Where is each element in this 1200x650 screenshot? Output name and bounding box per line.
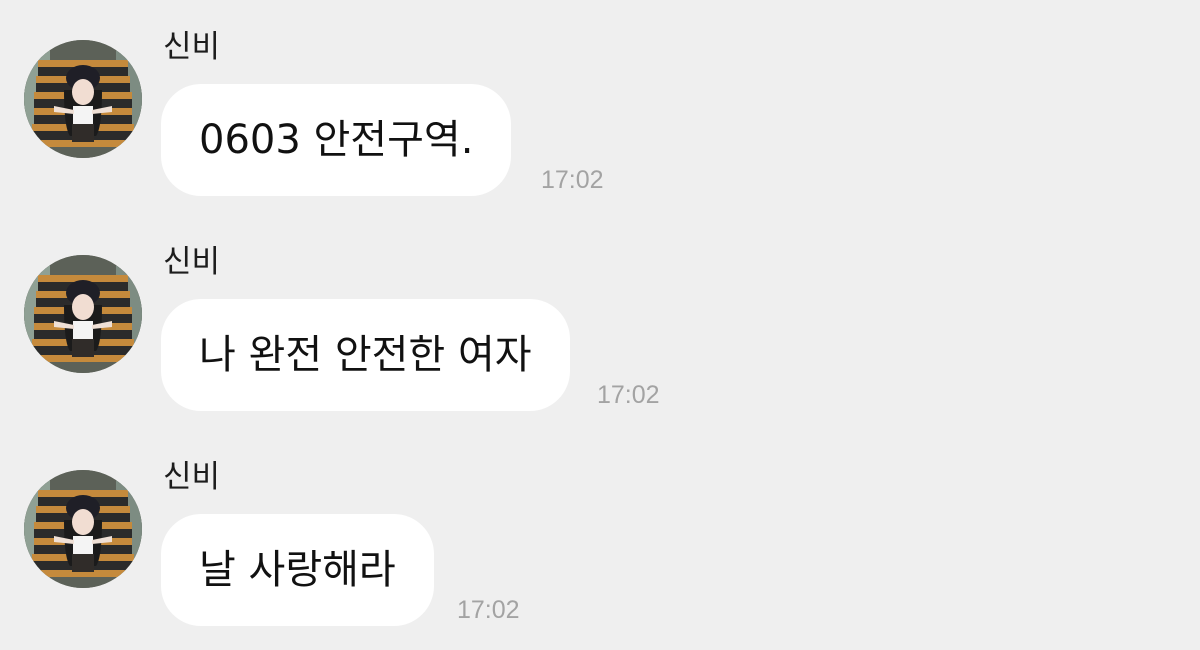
message-timestamp: 17:02 [457, 596, 520, 624]
avatar[interactable] [24, 40, 142, 158]
profile-photo-icon [24, 40, 142, 158]
message-timestamp: 17:02 [597, 381, 660, 409]
sender-name: 신비 [163, 29, 221, 65]
message-timestamp: 17:02 [541, 166, 604, 194]
chat-message: 신비 나 완전 안전한 여자 17:02 [0, 215, 1200, 415]
sender-name: 신비 [163, 244, 221, 280]
message-bubble[interactable]: 나 완전 안전한 여자 [161, 299, 570, 411]
avatar[interactable] [24, 470, 142, 588]
avatar[interactable] [24, 255, 142, 373]
chat-thread: 신비 0603 안전구역. 17:02 신비 나 완전 안전한 여자 17:02… [0, 0, 1200, 650]
profile-photo-icon [24, 470, 142, 588]
chat-message: 신비 0603 안전구역. 17:02 [0, 0, 1200, 200]
message-bubble[interactable]: 0603 안전구역. [161, 84, 512, 196]
chat-message: 신비 날 사랑해라 17:02 [0, 430, 1200, 630]
sender-name: 신비 [163, 459, 221, 495]
message-bubble[interactable]: 날 사랑해라 [161, 514, 434, 626]
profile-photo-icon [24, 255, 142, 373]
